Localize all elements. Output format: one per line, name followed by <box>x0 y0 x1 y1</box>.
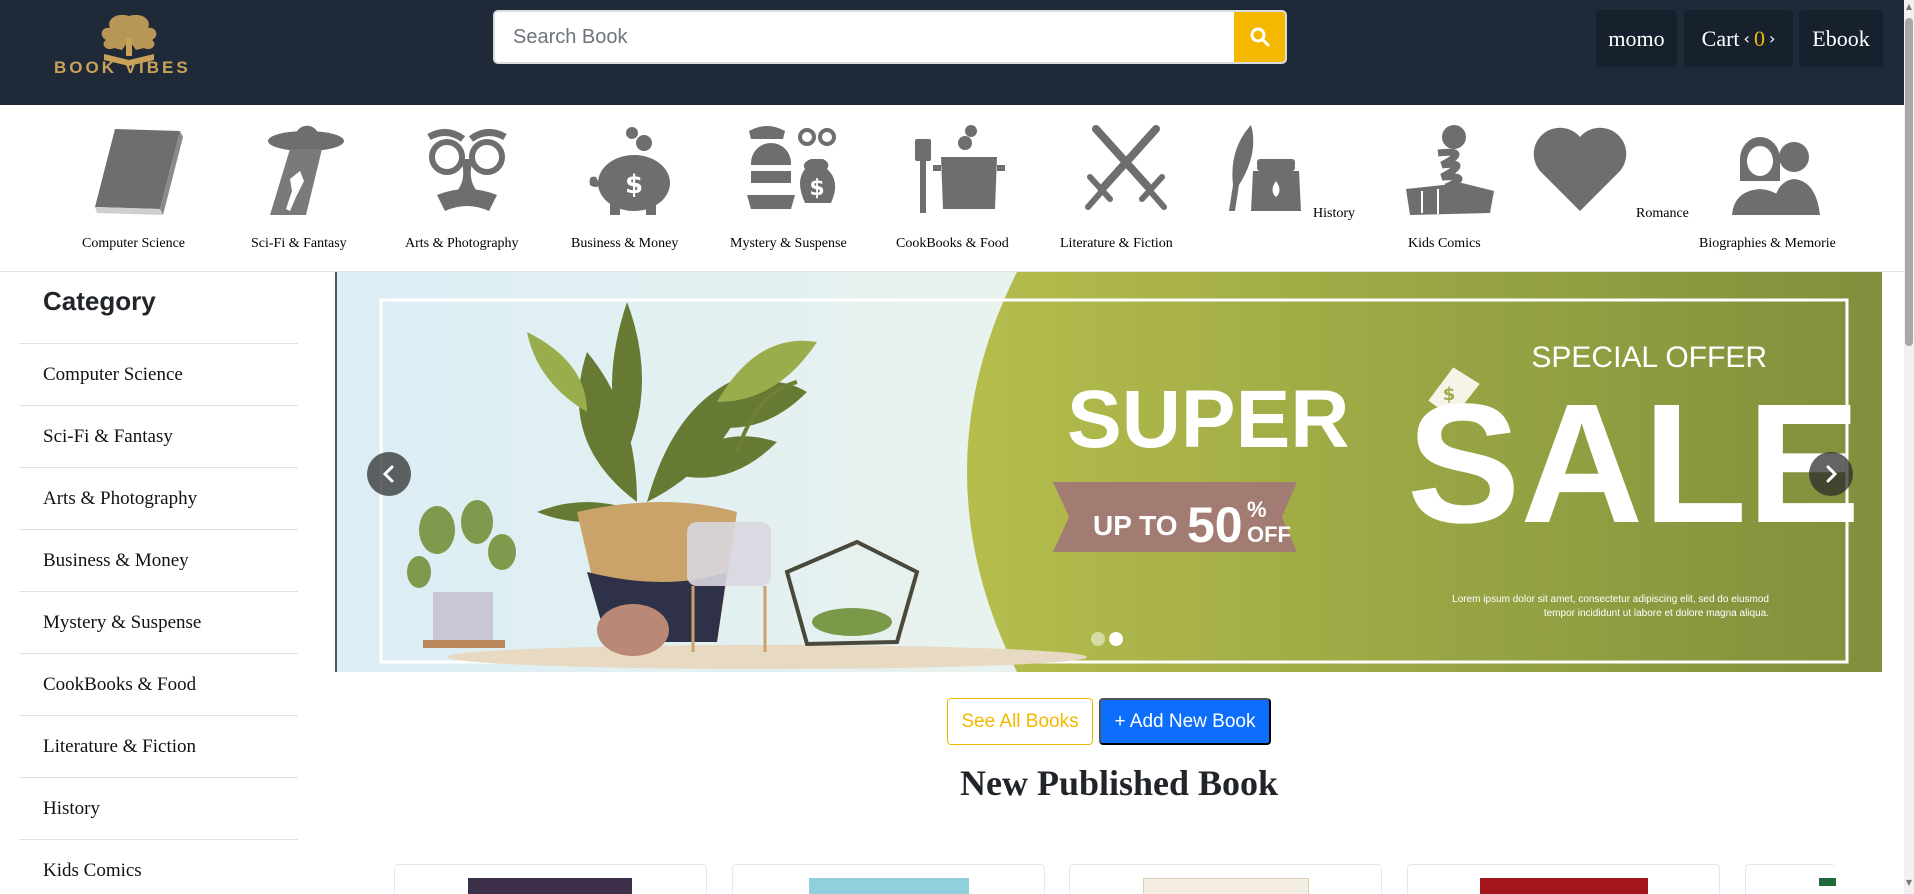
category-label: Arts & Photography <box>405 236 519 251</box>
crossed-swords-icon <box>1085 125 1167 210</box>
chevron-left-icon <box>382 465 394 483</box>
carousel-dot-2[interactable] <box>1109 632 1123 646</box>
chevron-right-icon: › <box>1768 29 1776 48</box>
chevron-left-icon: ‹ <box>1743 29 1750 48</box>
book-card[interactable] <box>1069 864 1382 894</box>
search-bar <box>493 10 1287 64</box>
thief-icon: $ <box>747 126 836 209</box>
quill-inkwell-icon <box>1229 125 1301 211</box>
svg-text:$: $ <box>625 170 643 200</box>
category-label: History <box>1313 206 1355 221</box>
sidebar-item-literature-fiction[interactable]: Literature & Fiction <box>19 715 298 777</box>
discount-value-text: 50 <box>1187 497 1243 553</box>
jack-in-the-box-icon <box>1406 125 1494 215</box>
cart-label: Cart <box>1701 25 1740 51</box>
people-icon <box>1732 137 1820 215</box>
sidebar-item-mystery-suspense[interactable]: Mystery & Suspense <box>19 591 298 653</box>
category-business-money[interactable]: $ Business & Money <box>570 105 690 272</box>
sidebar-item-sci-fi-fantasy[interactable]: Sci-Fi & Fantasy <box>19 405 298 467</box>
user-name: momo <box>1608 25 1665 51</box>
carousel-dot-1[interactable] <box>1091 632 1105 646</box>
category-label: Sci-Fi & Fantasy <box>251 236 347 251</box>
promo-carousel: SPECIAL OFFER $ SUPER SALE UP TO 50 % OF… <box>335 272 1882 672</box>
sidebar-item-business-money[interactable]: Business & Money <box>19 529 298 591</box>
category-literature-fiction[interactable]: Literature & Fiction <box>1059 105 1184 272</box>
logo-text: BOOK VIBES <box>54 58 191 77</box>
sidebar-item-arts-photography[interactable]: Arts & Photography <box>19 467 298 529</box>
category-computer-science[interactable]: Computer Science <box>75 105 200 272</box>
category-label: Mystery & Suspense <box>730 236 847 251</box>
book-card[interactable] <box>1745 864 1836 894</box>
sidebar-item-history[interactable]: History <box>19 777 298 839</box>
see-all-books-button[interactable]: See All Books <box>947 698 1093 745</box>
category-label: Business & Money <box>571 236 679 251</box>
search-input[interactable] <box>495 12 1236 62</box>
sidebar-item-cookbooks-food[interactable]: CookBooks & Food <box>19 653 298 715</box>
cart-button[interactable]: Cart ‹ 0 › <box>1684 10 1793 67</box>
book-cover <box>1480 878 1648 894</box>
category-romance[interactable]: Romance <box>1530 105 1695 272</box>
category-icon-strip: Computer Science Sci-Fi & Fantasy Arts &… <box>0 105 1904 272</box>
disguise-mask-icon <box>427 129 507 211</box>
category-mystery-suspense[interactable]: $ Mystery & Suspense <box>729 105 859 272</box>
sidebar-item-computer-science[interactable]: Computer Science <box>19 343 298 405</box>
category-label: Biographies & Memorie <box>1699 236 1836 251</box>
carousel-indicators <box>1091 632 1123 646</box>
book-card[interactable] <box>1407 864 1720 894</box>
discount-off-text: OFF <box>1247 522 1291 547</box>
sale-text: SALE <box>1407 369 1860 559</box>
section-title: New Published Book <box>960 763 1279 803</box>
category-arts-photography[interactable]: Arts & Photography <box>403 105 533 272</box>
ufo-icon <box>268 125 344 215</box>
add-new-book-button[interactable]: + Add New Book <box>1099 698 1271 745</box>
category-biographies-memories[interactable]: Biographies & Memorie <box>1698 105 1848 272</box>
search-icon <box>1250 27 1269 47</box>
cooking-pot-icon <box>915 125 1005 213</box>
user-menu-button[interactable]: momo <box>1596 10 1677 67</box>
up-to-text: UP TO <box>1093 510 1178 541</box>
sidebar-title: Category <box>43 286 156 316</box>
book-cover <box>1143 878 1309 894</box>
category-label: Kids Comics <box>1408 236 1481 251</box>
category-sci-fi-fantasy[interactable]: Sci-Fi & Fantasy <box>246 105 356 272</box>
category-label: Romance <box>1636 206 1689 221</box>
search-button[interactable] <box>1234 12 1285 62</box>
super-text: SUPER <box>1067 374 1350 465</box>
category-kids-comics[interactable]: Kids Comics <box>1400 105 1500 272</box>
scroll-down-arrow-icon[interactable]: ▼ <box>1905 878 1913 888</box>
category-label: Computer Science <box>82 236 186 251</box>
category-label: Literature & Fiction <box>1060 236 1173 251</box>
banner-lorem-line-1: Lorem ipsum dolor sit amet, consectetur … <box>1452 594 1769 605</box>
top-navbar: BOOK VIBES momo Cart ‹ 0 › Ebook <box>0 0 1914 105</box>
book-cover <box>809 878 969 894</box>
heart-icon <box>1533 127 1627 211</box>
cart-count: 0 <box>1753 25 1765 51</box>
category-history[interactable]: History <box>1215 105 1365 272</box>
book-cover <box>1819 878 1836 886</box>
scrollbar-thumb[interactable] <box>1905 18 1913 346</box>
discount-percent-text: % <box>1247 497 1267 522</box>
sidebar-list: Computer Science Sci-Fi & Fantasy Arts &… <box>19 343 298 894</box>
book-card[interactable] <box>732 864 1045 894</box>
scroll-up-arrow-icon[interactable]: ▲ <box>1905 2 1913 12</box>
book-card[interactable] <box>394 864 707 894</box>
category-label: CookBooks & Food <box>896 236 1009 251</box>
page-scrollbar[interactable]: ▲ ▼ <box>1904 0 1914 894</box>
ebook-label: Ebook <box>1812 25 1870 51</box>
sidebar-item-kids-comics[interactable]: Kids Comics <box>19 839 298 894</box>
book-cover <box>468 878 632 894</box>
chevron-right-icon <box>1826 465 1838 483</box>
super-sale-banner: SPECIAL OFFER $ SUPER SALE UP TO 50 % OF… <box>337 272 1882 672</box>
book-icon <box>95 129 183 215</box>
ebook-button[interactable]: Ebook <box>1799 10 1883 67</box>
category-cookbooks-food[interactable]: CookBooks & Food <box>895 105 1020 272</box>
piggy-bank-icon: $ <box>589 127 670 215</box>
category-sidebar: Category Computer Science Sci-Fi & Fanta… <box>19 272 298 894</box>
carousel-prev-button[interactable] <box>367 452 411 496</box>
svg-text:$: $ <box>809 176 824 201</box>
banner-lorem-line-2: tempor incididunt ut labore et dolore ma… <box>1544 608 1769 619</box>
carousel-next-button[interactable] <box>1809 452 1853 496</box>
